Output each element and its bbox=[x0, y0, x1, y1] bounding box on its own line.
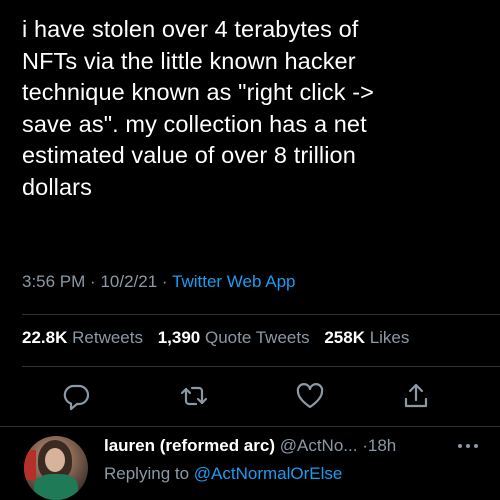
meta-separator: · bbox=[90, 272, 96, 291]
meta-separator: · bbox=[161, 272, 168, 291]
tweet-text: i have stolen over 4 terabytes of NFTs v… bbox=[22, 16, 375, 200]
engagement-stats: 22.8K Retweets 1,390 Quote Tweets 258K L… bbox=[22, 328, 409, 348]
likes-count: 258K bbox=[324, 328, 365, 347]
tweet-source[interactable]: Twitter Web App bbox=[172, 272, 295, 291]
reply-handle[interactable]: @ActNo... bbox=[280, 436, 358, 455]
tweet-meta: 3:56 PM · 10/2/21 · Twitter Web App bbox=[22, 272, 295, 292]
replying-mention[interactable]: @ActNormalOrElse bbox=[194, 464, 343, 483]
reply-icon bbox=[63, 384, 90, 411]
retweet-button[interactable] bbox=[178, 380, 210, 412]
replying-prefix: Replying to bbox=[104, 464, 190, 483]
reply-display-name[interactable]: lauren (reformed arc) bbox=[104, 436, 275, 455]
reply-time[interactable]: 18h bbox=[368, 436, 396, 455]
quotes-stat[interactable]: 1,390 Quote Tweets bbox=[158, 328, 310, 347]
tweet-time: 3:56 PM bbox=[22, 272, 86, 291]
retweets-label: Retweets bbox=[72, 328, 143, 347]
likes-label: Likes bbox=[369, 328, 410, 347]
quotes-count: 1,390 bbox=[157, 328, 201, 347]
replying-to: Replying to @ActNormalOrElse bbox=[104, 464, 342, 484]
like-button[interactable] bbox=[294, 380, 326, 412]
retweet-icon bbox=[180, 386, 208, 406]
action-bar bbox=[0, 380, 500, 412]
share-button[interactable] bbox=[400, 380, 432, 412]
quotes-label: Quote Tweets bbox=[205, 328, 310, 347]
more-icon bbox=[458, 444, 478, 448]
divider bbox=[22, 366, 500, 367]
share-icon bbox=[404, 383, 428, 408]
divider bbox=[22, 314, 500, 315]
reply-tweet[interactable]: lauren (reformed arc) @ActNo... ·18h Rep… bbox=[0, 428, 500, 500]
tweet-date[interactable]: 10/2/21 bbox=[100, 272, 157, 291]
avatar[interactable] bbox=[24, 436, 88, 500]
more-options-button[interactable] bbox=[456, 438, 480, 454]
retweets-stat[interactable]: 22.8K Retweets bbox=[22, 328, 143, 347]
retweets-count: 22.8K bbox=[22, 328, 68, 347]
reply-button[interactable] bbox=[60, 380, 92, 412]
divider bbox=[0, 426, 500, 427]
like-icon bbox=[296, 383, 324, 409]
reply-header: lauren (reformed arc) @ActNo... ·18h bbox=[104, 436, 396, 456]
likes-stat[interactable]: 258K Likes bbox=[324, 328, 409, 347]
